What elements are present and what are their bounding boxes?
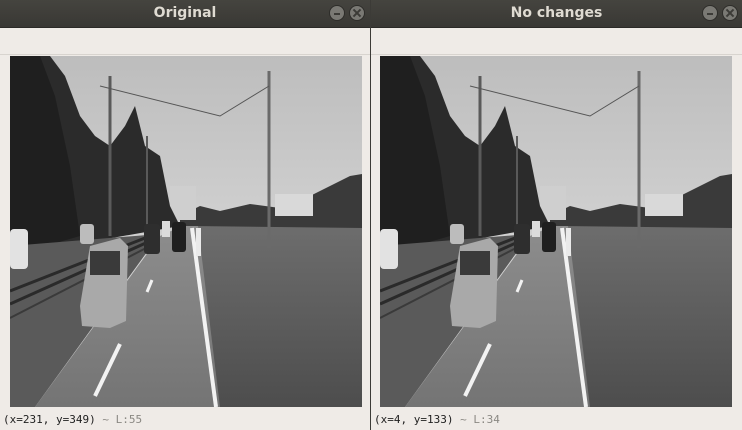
window-title: No changes (510, 5, 603, 21)
window-original: Original (x=231, y=349) ~ L:55 (0, 0, 370, 430)
road-scene-image (380, 56, 732, 407)
status-separator: ~ (102, 413, 109, 426)
cursor-coordinates: (x=231, y=349) (3, 413, 96, 426)
pixel-value: L:55 (115, 413, 143, 426)
minimize-icon[interactable] (702, 5, 718, 21)
cursor-coordinates: (x=4, y=133) (374, 413, 454, 426)
title-bar[interactable]: Original (0, 0, 370, 28)
window-no-changes: No changes (x=4, y=133) ~ L:34 (371, 0, 742, 430)
image-view[interactable] (380, 56, 732, 407)
image-view[interactable] (10, 56, 362, 407)
pixel-value: L:34 (473, 413, 500, 426)
toolbar (371, 28, 742, 55)
title-bar[interactable]: No changes (371, 0, 742, 28)
minimize-icon[interactable] (329, 5, 345, 21)
close-icon[interactable] (722, 5, 738, 21)
toolbar (0, 28, 370, 55)
close-icon[interactable] (349, 5, 365, 21)
status-bar: (x=231, y=349) ~ L:55 (3, 412, 142, 428)
status-bar: (x=4, y=133) ~ L:34 (374, 412, 500, 428)
road-scene-image (10, 56, 362, 407)
status-separator: ~ (460, 413, 467, 426)
window-title: Original (153, 5, 217, 21)
